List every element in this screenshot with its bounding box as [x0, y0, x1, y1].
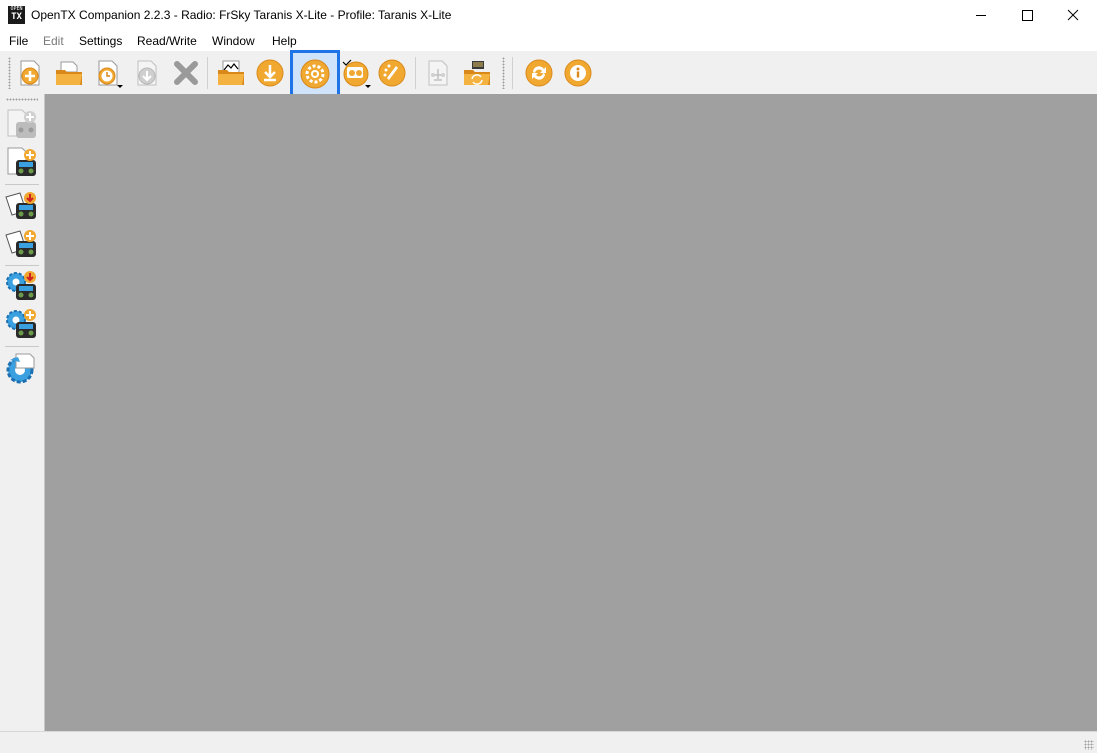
open-folder-icon: [56, 61, 82, 85]
window-title: OpenTX Companion 2.2.3 - Radio: FrSky Ta…: [31, 8, 452, 22]
check-updates-icon: [525, 59, 553, 87]
menu-window[interactable]: Window: [212, 34, 255, 48]
bootloader-icon: [6, 353, 35, 384]
close-file-button[interactable]: [168, 55, 204, 91]
compare-icon: [428, 60, 448, 86]
read-models-from-radio-icon: [7, 147, 36, 176]
companion-window: OPEN TX OpenTX Companion 2.2.3 - Radio: …: [0, 0, 1097, 753]
radio-toolbar-separator: [5, 184, 39, 185]
title-bar[interactable]: OPEN TX OpenTX Companion 2.2.3 - Radio: …: [0, 0, 1097, 31]
new-button[interactable]: [12, 55, 48, 91]
close-window-button[interactable]: [1050, 0, 1096, 31]
radio-toolbar: [0, 94, 45, 731]
menu-help[interactable]: Help: [272, 34, 297, 48]
app-icon-text-bottom: TX: [11, 12, 22, 22]
dropdown-arrow-icon: [117, 85, 123, 88]
download-icon: [256, 59, 284, 87]
app-icon: OPEN TX: [8, 6, 25, 24]
save-icon: [137, 60, 157, 86]
write-models-to-radio-icon: [7, 109, 36, 138]
radio-toolbar-grip[interactable]: [6, 98, 38, 101]
close-icon: [174, 61, 198, 85]
profile-button[interactable]: [338, 55, 374, 91]
write-backup-to-radio-button[interactable]: [4, 187, 40, 223]
toolbar-separator: [207, 57, 208, 89]
toolbar-separator: [415, 57, 416, 89]
minimize-button[interactable]: [958, 0, 1004, 31]
read-models-from-radio-button[interactable]: [4, 144, 40, 180]
mdi-workspace[interactable]: [45, 94, 1097, 731]
write-firmware-button[interactable]: [4, 268, 40, 304]
toolbar-grip[interactable]: [502, 57, 505, 89]
sd-sync-button[interactable]: [459, 55, 495, 91]
customize-splash-button[interactable]: [374, 55, 410, 91]
compare-button[interactable]: [420, 55, 456, 91]
radio-toolbar-separator: [5, 265, 39, 266]
size-grip-icon[interactable]: [1084, 740, 1094, 750]
status-bar: [0, 731, 1097, 753]
toolbar-grip[interactable]: [8, 57, 11, 89]
open-button[interactable]: [51, 55, 87, 91]
menu-read-write[interactable]: Read/Write: [137, 34, 197, 48]
check-updates-button[interactable]: [521, 55, 557, 91]
settings-button[interactable]: [290, 50, 340, 97]
menu-bar: File Edit Settings Read/Write Window Hel…: [0, 31, 1097, 51]
toolbar-separator: [512, 57, 513, 89]
settings-gear-icon: [300, 59, 330, 89]
dropdown-arrow-icon: [365, 85, 371, 88]
about-icon: [564, 59, 592, 87]
menu-settings[interactable]: Settings: [79, 34, 122, 48]
read-firmware-icon: [6, 309, 36, 338]
write-backup-to-radio-icon: [5, 192, 36, 219]
backup-radio-icon: [5, 230, 36, 257]
write-firmware-icon: [6, 271, 36, 300]
backup-radio-button[interactable]: [4, 225, 40, 261]
menu-edit[interactable]: Edit: [43, 34, 64, 48]
download-button[interactable]: [252, 55, 288, 91]
logs-icon: [218, 60, 244, 85]
bootloader-button[interactable]: [4, 350, 40, 386]
sd-sync-icon: [464, 61, 490, 85]
save-button[interactable]: [129, 55, 165, 91]
read-firmware-button[interactable]: [4, 306, 40, 342]
profile-icon: [342, 59, 369, 87]
menu-file[interactable]: File: [9, 34, 28, 48]
recent-files-button[interactable]: [90, 55, 126, 91]
maximize-icon: [1022, 10, 1033, 21]
minimize-icon: [976, 15, 986, 16]
customize-splash-icon: [378, 59, 406, 87]
about-button[interactable]: [560, 55, 596, 91]
close-x-icon: [1067, 9, 1079, 21]
logs-button[interactable]: [213, 55, 249, 91]
maximize-button[interactable]: [1004, 0, 1050, 31]
main-toolbar: [0, 50, 1097, 97]
radio-toolbar-separator: [5, 346, 39, 347]
recent-files-icon: [98, 60, 118, 86]
new-document-icon: [20, 60, 40, 86]
write-models-to-radio-button[interactable]: [4, 106, 40, 142]
